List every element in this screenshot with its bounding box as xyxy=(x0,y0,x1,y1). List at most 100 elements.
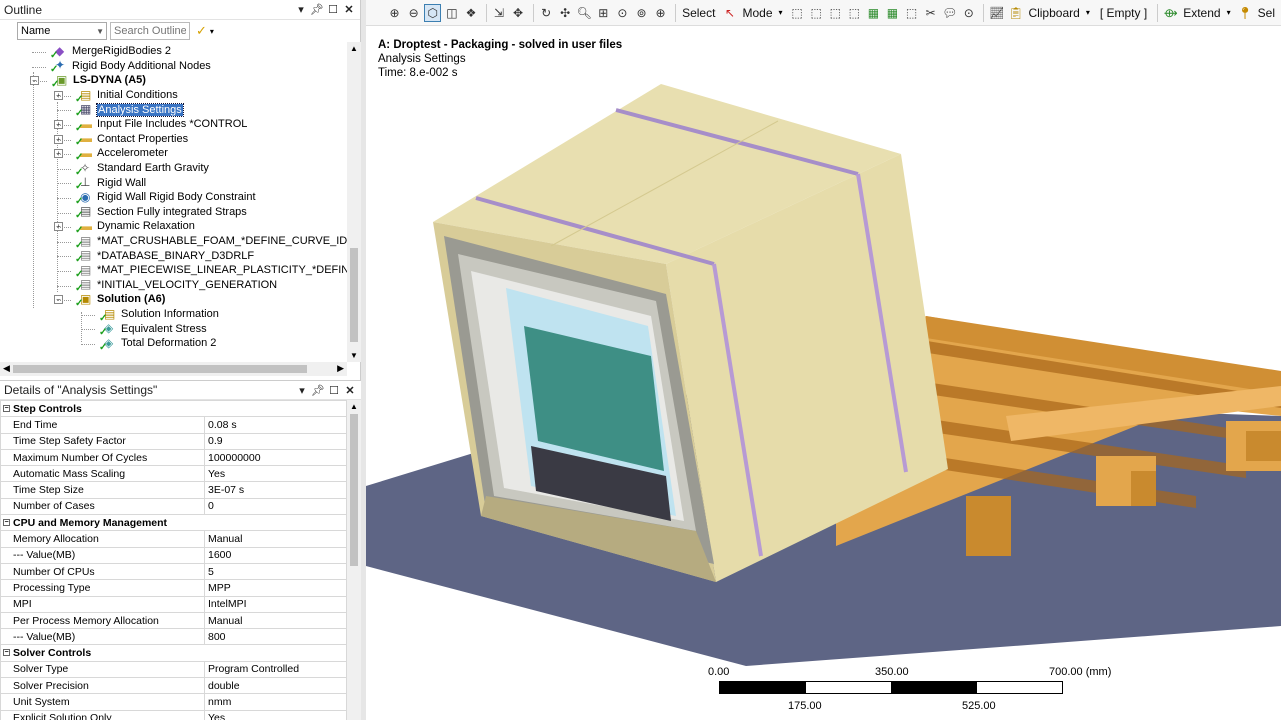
details-property-value[interactable]: nmm xyxy=(204,693,347,711)
select-element-face-icon[interactable]: ⬚ xyxy=(903,4,920,22)
tree-item[interactable]: ▣ ✓ Solution (A6) xyxy=(75,292,165,309)
tree-item[interactable]: ▦ ✓ Analysis Settings xyxy=(75,102,184,119)
details-property-value[interactable]: 1600 xyxy=(204,546,347,564)
details-property-value[interactable]: 5 xyxy=(204,562,347,581)
details-property-value[interactable]: 800 xyxy=(204,628,347,646)
extend-icon[interactable]: ⟴ xyxy=(1162,4,1179,22)
zoom-fit-icon[interactable]: ⊙ xyxy=(614,4,631,22)
close-icon[interactable]: ✕ xyxy=(343,383,357,397)
zoom-out-icon[interactable]: ⊖ xyxy=(405,4,422,22)
dropdown-icon[interactable]: ▾ xyxy=(294,3,308,17)
details-group-row[interactable]: − Solver Controls xyxy=(0,644,347,662)
select-face-icon[interactable]: ⬚ xyxy=(827,4,844,22)
details-property-value[interactable]: Yes xyxy=(204,465,347,483)
chevron-down-icon[interactable]: ▾ xyxy=(1086,8,1090,17)
details-row[interactable]: Automatic Mass Scaling Yes xyxy=(0,465,347,483)
tree-item[interactable]: ◆ ✓ MergeRigidBodies 2 xyxy=(50,44,171,61)
tree-item[interactable]: ▤ ✓ Section Fully integrated Straps xyxy=(75,205,247,222)
tree-item[interactable]: ▤ ✓ *MAT_PIECEWISE_LINEAR_PLASTICITY_*DEFI… xyxy=(75,263,347,280)
extend-button[interactable]: Extend xyxy=(1183,6,1220,20)
select-vertex-icon[interactable]: ⬚ xyxy=(789,4,806,22)
details-property-value[interactable]: Manual xyxy=(204,530,347,548)
outline-search-input[interactable] xyxy=(110,22,190,40)
pin-icon[interactable]: 📌︎ xyxy=(310,3,324,17)
graphics-viewport[interactable]: A: Droptest - Packaging - solved in user… xyxy=(366,26,1281,720)
select-button[interactable]: Select xyxy=(682,6,715,20)
details-property-value[interactable]: 100000000 xyxy=(204,448,347,467)
chevron-down-icon[interactable]: ▾ xyxy=(779,8,783,17)
details-property-value[interactable]: 3E-07 s xyxy=(204,481,347,499)
collapse-icon[interactable]: − xyxy=(3,519,10,527)
ruler-icon[interactable]: ✂ xyxy=(922,4,939,22)
select-node-icon[interactable]: ▦ xyxy=(865,4,882,22)
details-row[interactable]: Memory Allocation Manual xyxy=(0,530,347,548)
details-property-value[interactable]: IntelMPI xyxy=(204,595,347,613)
pin-location-icon[interactable]: 📍︎ xyxy=(1237,4,1254,22)
pan-icon[interactable]: ✥ xyxy=(510,4,527,22)
details-group-row[interactable]: − CPU and Memory Management xyxy=(0,514,347,532)
zoom-to-fit-icon[interactable]: ⊕ xyxy=(386,4,403,22)
pin-icon[interactable]: 📌︎ xyxy=(311,383,325,397)
details-group-row[interactable]: − Step Controls xyxy=(0,399,347,418)
outline-hscroll-thumb[interactable] xyxy=(13,365,307,373)
tree-item[interactable]: ✧ ✓ Standard Earth Gravity xyxy=(75,161,209,178)
select-body-icon[interactable]: ⬚ xyxy=(846,4,863,22)
tree-item[interactable]: ▤ ✓ Initial Conditions xyxy=(75,88,178,105)
tree-item[interactable]: ▤ ✓ *MAT_CRUSHABLE_FOAM_*DEFINE_CURVE_ID10… xyxy=(75,234,347,251)
details-row[interactable]: Unit System nmm xyxy=(0,693,347,711)
details-row[interactable]: Number Of CPUs 5 xyxy=(0,562,347,581)
details-vscroll-thumb[interactable] xyxy=(350,414,358,566)
tree-item[interactable]: ▤ ✓ Solution Information xyxy=(99,307,219,324)
zoom-box-icon[interactable]: ⊞ xyxy=(595,4,612,22)
maximize-icon[interactable]: ☐ xyxy=(327,383,341,397)
sel-button[interactable]: Sel xyxy=(1258,6,1275,20)
details-property-value[interactable]: Program Controlled xyxy=(204,660,347,679)
details-row[interactable]: Explicit Solution Only Yes xyxy=(0,709,347,720)
details-row[interactable]: --- Value(MB) 800 xyxy=(0,628,347,646)
details-row[interactable]: Solver Precision double xyxy=(0,677,347,695)
tree-item[interactable]: ◉ ✓ Rigid Wall Rigid Body Constraint xyxy=(75,190,256,207)
tree-item[interactable]: ▬ ✓ Contact Properties xyxy=(75,132,188,149)
tree-item[interactable]: ◈ ✓ Total Deformation 2 xyxy=(99,336,216,353)
filter-check-icon[interactable]: ✓ xyxy=(196,23,207,39)
zoom-plus-icon[interactable]: ⊕ xyxy=(652,4,669,22)
tree-item[interactable]: ▬ ✓ Accelerometer xyxy=(75,146,168,163)
details-row[interactable]: Maximum Number Of Cycles 100000000 xyxy=(0,448,347,467)
details-property-value[interactable]: 0.08 s xyxy=(204,416,347,434)
scroll-right-icon[interactable]: ▶ xyxy=(337,363,344,374)
details-row[interactable]: Time Step Safety Factor 0.9 xyxy=(0,432,347,450)
tree-item[interactable]: ✦ ✓ Rigid Body Additional Nodes xyxy=(50,59,211,76)
iso-view-icon[interactable]: ⬡ xyxy=(424,3,442,22)
clipboard-icon[interactable]: 📋︎ xyxy=(1007,4,1024,22)
tree-item[interactable]: ▬ ✓ Input File Includes *CONTROL xyxy=(75,117,247,134)
scroll-left-icon[interactable]: ◀ xyxy=(3,363,10,374)
cursor-icon[interactable]: ↖ xyxy=(721,4,738,22)
tree-item[interactable]: ◈ ✓ Equivalent Stress xyxy=(99,321,207,339)
tree-item[interactable]: ⊥ ✓ Rigid Wall xyxy=(75,175,146,193)
label-icon[interactable]: 💬︎ xyxy=(941,4,958,22)
collapse-icon[interactable]: − xyxy=(3,649,10,657)
close-icon[interactable]: ✕ xyxy=(342,3,356,17)
tree-item[interactable]: ▣ ✓ LS-DYNA (A5) xyxy=(51,73,146,90)
mode-button[interactable]: Mode xyxy=(743,6,773,20)
collapse-icon[interactable]: − xyxy=(3,405,10,412)
details-row[interactable]: Number of Cases 0 xyxy=(0,497,347,516)
chart-icon[interactable]: 📈︎ xyxy=(988,4,1005,22)
scroll-down-icon[interactable]: ▼ xyxy=(350,351,358,360)
tree-item[interactable]: ▬ ✓ Dynamic Relaxation xyxy=(75,219,195,236)
zoom-icon[interactable]: 🔍︎ xyxy=(576,4,593,22)
details-property-value[interactable]: MPP xyxy=(204,579,347,597)
move-icon[interactable]: ✣ xyxy=(557,4,574,22)
details-property-value[interactable]: 0 xyxy=(204,497,347,516)
tree-item[interactable]: ▤ ✓ *DATABASE_BINARY_D3DRLF xyxy=(75,248,254,266)
outline-filter-select[interactable]: Name ▼ xyxy=(17,22,107,40)
dropdown-icon[interactable]: ▾ xyxy=(295,383,309,397)
details-row[interactable]: --- Value(MB) 1600 xyxy=(0,546,347,564)
select-element-icon[interactable]: ▦ xyxy=(884,4,901,22)
details-row[interactable]: Processing Type MPP xyxy=(0,579,347,597)
outline-vscrollbar[interactable]: ▲ ▼ xyxy=(347,42,361,362)
outline-vscroll-thumb[interactable] xyxy=(350,248,358,342)
tree-item[interactable]: ▤ ✓ *INITIAL_VELOCITY_GENERATION xyxy=(75,278,277,295)
chevron-down-icon[interactable]: ▾ xyxy=(210,27,214,36)
magnifier-icon[interactable]: ⊚ xyxy=(633,4,650,22)
